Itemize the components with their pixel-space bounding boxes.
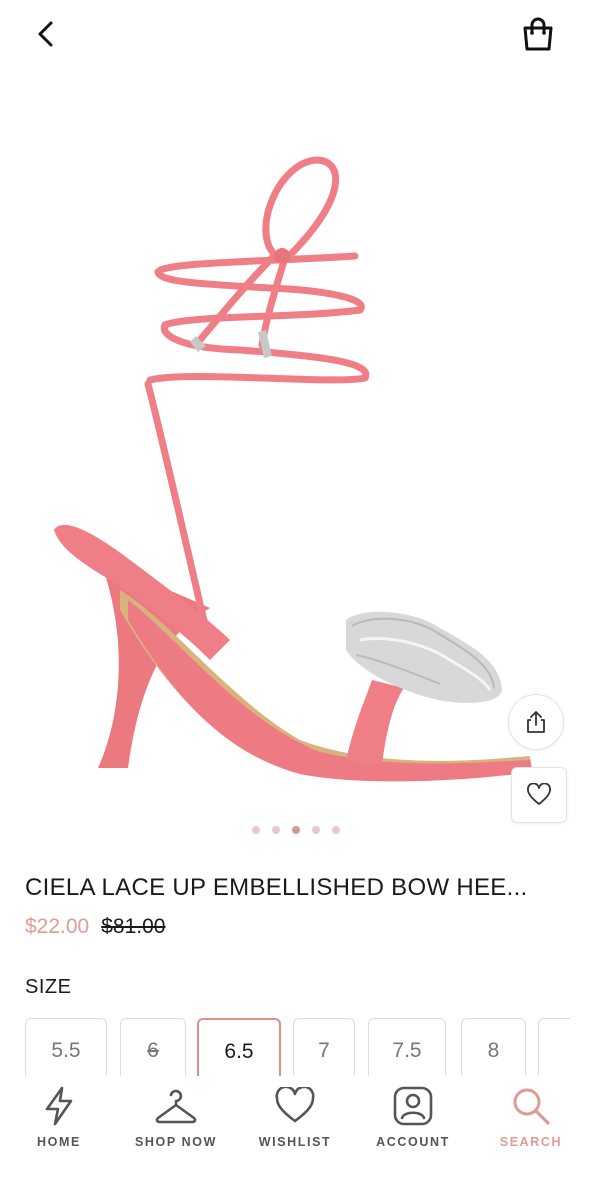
shopping-bag-icon [523,17,553,51]
nav-home-label: HOME [37,1135,81,1149]
carousel-dot[interactable] [292,826,300,834]
size-option-partial[interactable] [538,1018,570,1080]
nav-search-label: SEARCH [499,1135,563,1149]
hanger-icon [155,1089,197,1124]
size-option[interactable]: 6.5 [197,1018,281,1080]
image-carousel-indicator [0,826,592,834]
nav-wishlist-label: WISHLIST [258,1135,332,1149]
lightning-icon [45,1086,73,1126]
add-to-wishlist-button[interactable] [511,767,567,823]
size-label: SIZE [25,976,72,998]
nav-shop-now[interactable]: SHOP NOW [121,1082,231,1149]
account-icon [393,1086,433,1126]
size-option-label: 8 [487,1039,500,1062]
product-image [54,156,532,782]
size-option-label: 6.5 [224,1040,254,1063]
size-option[interactable]: 6 [120,1018,186,1080]
size-option-label: 7 [318,1039,330,1062]
search-icon [513,1088,550,1125]
carousel-dot[interactable] [252,826,260,834]
sale-price: $22.00 [25,915,90,938]
nav-home[interactable]: HOME [4,1082,114,1149]
size-option-label: 7.5 [392,1039,422,1062]
price-row: $22.00 $81.00 [25,915,165,939]
shopping-bag-button[interactable] [518,14,558,54]
size-selector: 5.5 6 6.5 7 7.5 8 [25,1018,570,1080]
product-image-gallery[interactable] [0,80,592,823]
heart-icon [275,1087,315,1123]
size-option-label: 6 [147,1039,159,1062]
product-title: CIELA LACE UP EMBELLISHED BOW HEE... [25,874,528,901]
nav-wishlist[interactable]: WISHLIST [240,1082,350,1149]
share-button[interactable] [508,694,564,750]
carousel-dot[interactable] [312,826,320,834]
carousel-dot[interactable] [332,826,340,834]
nav-shop-now-label: SHOP NOW [134,1135,218,1149]
top-bar [0,0,592,80]
nav-search[interactable]: SEARCH [476,1082,586,1149]
size-option-label: 5.5 [51,1039,81,1062]
chevron-left-icon [38,21,53,47]
back-button[interactable] [28,16,64,52]
bottom-navigation: HOME SHOP NOW WISHLIST ACCOUNT SEARCH [0,1076,592,1200]
size-option[interactable]: 5.5 [25,1018,107,1080]
nav-account-label: ACCOUNT [376,1135,450,1149]
share-icon [527,711,545,733]
size-option[interactable]: 7.5 [368,1018,446,1080]
heart-icon [527,783,551,805]
original-price: $81.00 [101,915,166,938]
carousel-dot[interactable] [272,826,280,834]
size-option[interactable]: 8 [461,1018,526,1080]
nav-account[interactable]: ACCOUNT [358,1082,468,1149]
size-option[interactable]: 7 [293,1018,355,1080]
